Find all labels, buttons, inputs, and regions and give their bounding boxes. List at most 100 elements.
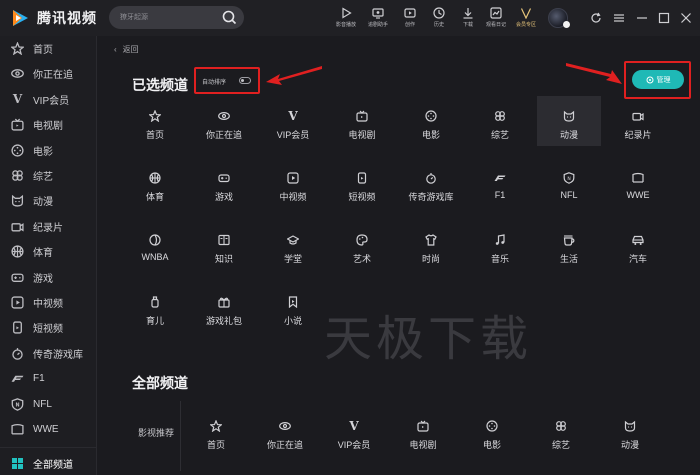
sidebar-item-all-channels[interactable]: 全部频道 [0, 451, 97, 475]
refresh-icon[interactable] [590, 12, 602, 24]
channel-tile[interactable]: 电影 [399, 96, 463, 146]
toolbar-item-history[interactable]: 历史 [424, 7, 454, 33]
gift-icon [218, 296, 230, 308]
channel-tile[interactable]: 育儿 [123, 282, 187, 332]
channel-tile[interactable]: 小说 [261, 282, 325, 332]
toolbar-label: 创作 [404, 22, 415, 28]
channel-tile[interactable]: F1 [468, 158, 532, 208]
sidebar-item-2[interactable]: 你正在追 [0, 61, 97, 86]
toolbar-item-creation[interactable]: 创作 [395, 7, 425, 33]
music-icon [494, 234, 506, 246]
channel-tile[interactable]: 学堂 [261, 220, 325, 270]
tv-icon [11, 118, 24, 131]
channel-tile[interactable]: WNBA [123, 220, 187, 270]
channel-tile[interactable]: 游戏礼包 [192, 282, 256, 332]
svg-text:N: N [15, 402, 19, 408]
toolbar-item-screen-record[interactable]: 追剧助手 [363, 7, 393, 33]
sidebar-item-14[interactable]: F1 [0, 366, 97, 391]
app-logo[interactable]: 腾讯视频 [10, 8, 97, 28]
sidebar-item-16[interactable]: WWE [0, 417, 97, 442]
channel-tile[interactable]: 时尚 [399, 220, 463, 270]
play-square-icon [287, 172, 299, 184]
channel-tile[interactable]: 游戏 [192, 158, 256, 208]
back-link[interactable]: ‹ 返回 [114, 44, 139, 55]
cat-icon [11, 194, 24, 207]
toolbar-item-moments[interactable]: 观看日记 [481, 7, 511, 33]
watermark: 天极下载 [324, 311, 533, 367]
sidebar-item-15[interactable]: N NFL [0, 392, 97, 417]
camera-icon [632, 110, 644, 122]
vip-icon: V [12, 92, 23, 107]
shirt-icon [425, 234, 437, 246]
search-box[interactable]: 獠牙起源 [109, 6, 244, 29]
channel-tile[interactable]: 动漫 [598, 406, 662, 456]
channel-tile[interactable]: 体育 [123, 158, 187, 208]
creation-icon [395, 7, 425, 19]
sidebar-item-5[interactable]: 电影 [0, 138, 97, 163]
toolbar-label: 观看日记 [485, 22, 506, 28]
manage-button[interactable]: 管理 [632, 70, 684, 89]
channel-tile[interactable]: 音乐 [468, 220, 532, 270]
sidebar-item-label: 电影 [33, 146, 53, 158]
channel-tile[interactable]: 中视频 [261, 158, 325, 208]
book-icon [218, 234, 230, 246]
channel-tile[interactable]: 综艺 [529, 406, 593, 456]
channel-tile[interactable]: 短视频 [330, 158, 394, 208]
tv-icon [356, 110, 368, 122]
channel-tile[interactable]: WWE [606, 158, 670, 208]
search-icon[interactable] [221, 9, 238, 26]
sidebar-item-10[interactable]: 游戏 [0, 265, 97, 290]
play-icon [331, 7, 361, 19]
sidebar-item-12[interactable]: 短视频 [0, 315, 97, 340]
sidebar-item-label: 传奇游戏库 [33, 349, 83, 361]
svg-text:N: N [567, 176, 570, 182]
clover-icon [11, 169, 24, 182]
clover-icon [494, 110, 506, 122]
channel-tile[interactable]: N NFL [537, 158, 601, 208]
channel-tile[interactable]: 生活 [537, 220, 601, 270]
sidebar-item-label: 全部频道 [33, 460, 73, 471]
sidebar-item-3[interactable]: V VIP会员 [0, 87, 97, 112]
channel-tile[interactable]: 艺术 [330, 220, 394, 270]
settings-icon [646, 76, 653, 83]
channel-tile[interactable]: 电视剧 [330, 96, 394, 146]
sidebar-item-7[interactable]: 动漫 [0, 188, 97, 213]
auto-sort-toggle[interactable] [239, 77, 251, 84]
close-icon[interactable] [680, 12, 692, 24]
sidebar-item-label: 中视频 [33, 299, 63, 310]
channel-tile[interactable]: 传奇游戏库 [399, 158, 463, 208]
f1-icon [494, 172, 506, 184]
channel-tile[interactable]: 你正在追 [192, 96, 256, 146]
cat-icon [624, 420, 636, 432]
minimize-icon[interactable] [636, 12, 648, 24]
channel-tile[interactable]: 汽车 [606, 220, 670, 270]
channel-tile[interactable]: 首页 [123, 96, 187, 146]
sidebar-item-8[interactable]: 纪录片 [0, 214, 97, 239]
toolbar-item-play[interactable]: 影音播放 [331, 7, 361, 33]
channel-label: 纪录片 [624, 130, 652, 140]
sidebar-item-label: 首页 [33, 45, 53, 56]
channel-tile[interactable]: 电影 [460, 406, 524, 456]
channel-tile[interactable]: 动漫 [537, 96, 601, 146]
channel-tile[interactable]: 纪录片 [606, 96, 670, 146]
search-input[interactable]: 獠牙起源 [120, 12, 148, 22]
channel-tile[interactable]: V VIP会员 [322, 406, 386, 456]
toolbar-item-vip[interactable]: 会员专区 [511, 7, 541, 33]
channel-tile[interactable]: 综艺 [468, 96, 532, 146]
sidebar-item-13[interactable]: 传奇游戏库 [0, 341, 97, 366]
maximize-icon[interactable] [658, 12, 670, 24]
channel-tile[interactable]: V VIP会员 [261, 96, 325, 146]
channel-tile[interactable]: 知识 [192, 220, 256, 270]
channel-tile[interactable]: 电视剧 [391, 406, 455, 456]
sidebar-item-4[interactable]: 电视剧 [0, 112, 97, 137]
sidebar-item-9[interactable]: 体育 [0, 239, 97, 264]
sidebar-item-11[interactable]: 中视频 [0, 290, 97, 315]
menu-icon[interactable] [613, 12, 625, 24]
sidebar-item-label: VIP会员 [33, 95, 70, 107]
channel-tile[interactable]: 首页 [184, 406, 248, 456]
sidebar-item-1[interactable]: 首页 [0, 36, 97, 61]
toolbar-item-download[interactable]: 下载 [453, 7, 483, 33]
channel-tile[interactable]: 你正在追 [253, 406, 317, 456]
sidebar-item-6[interactable]: 综艺 [0, 163, 97, 188]
toolbar-label: 会员专区 [515, 22, 536, 28]
